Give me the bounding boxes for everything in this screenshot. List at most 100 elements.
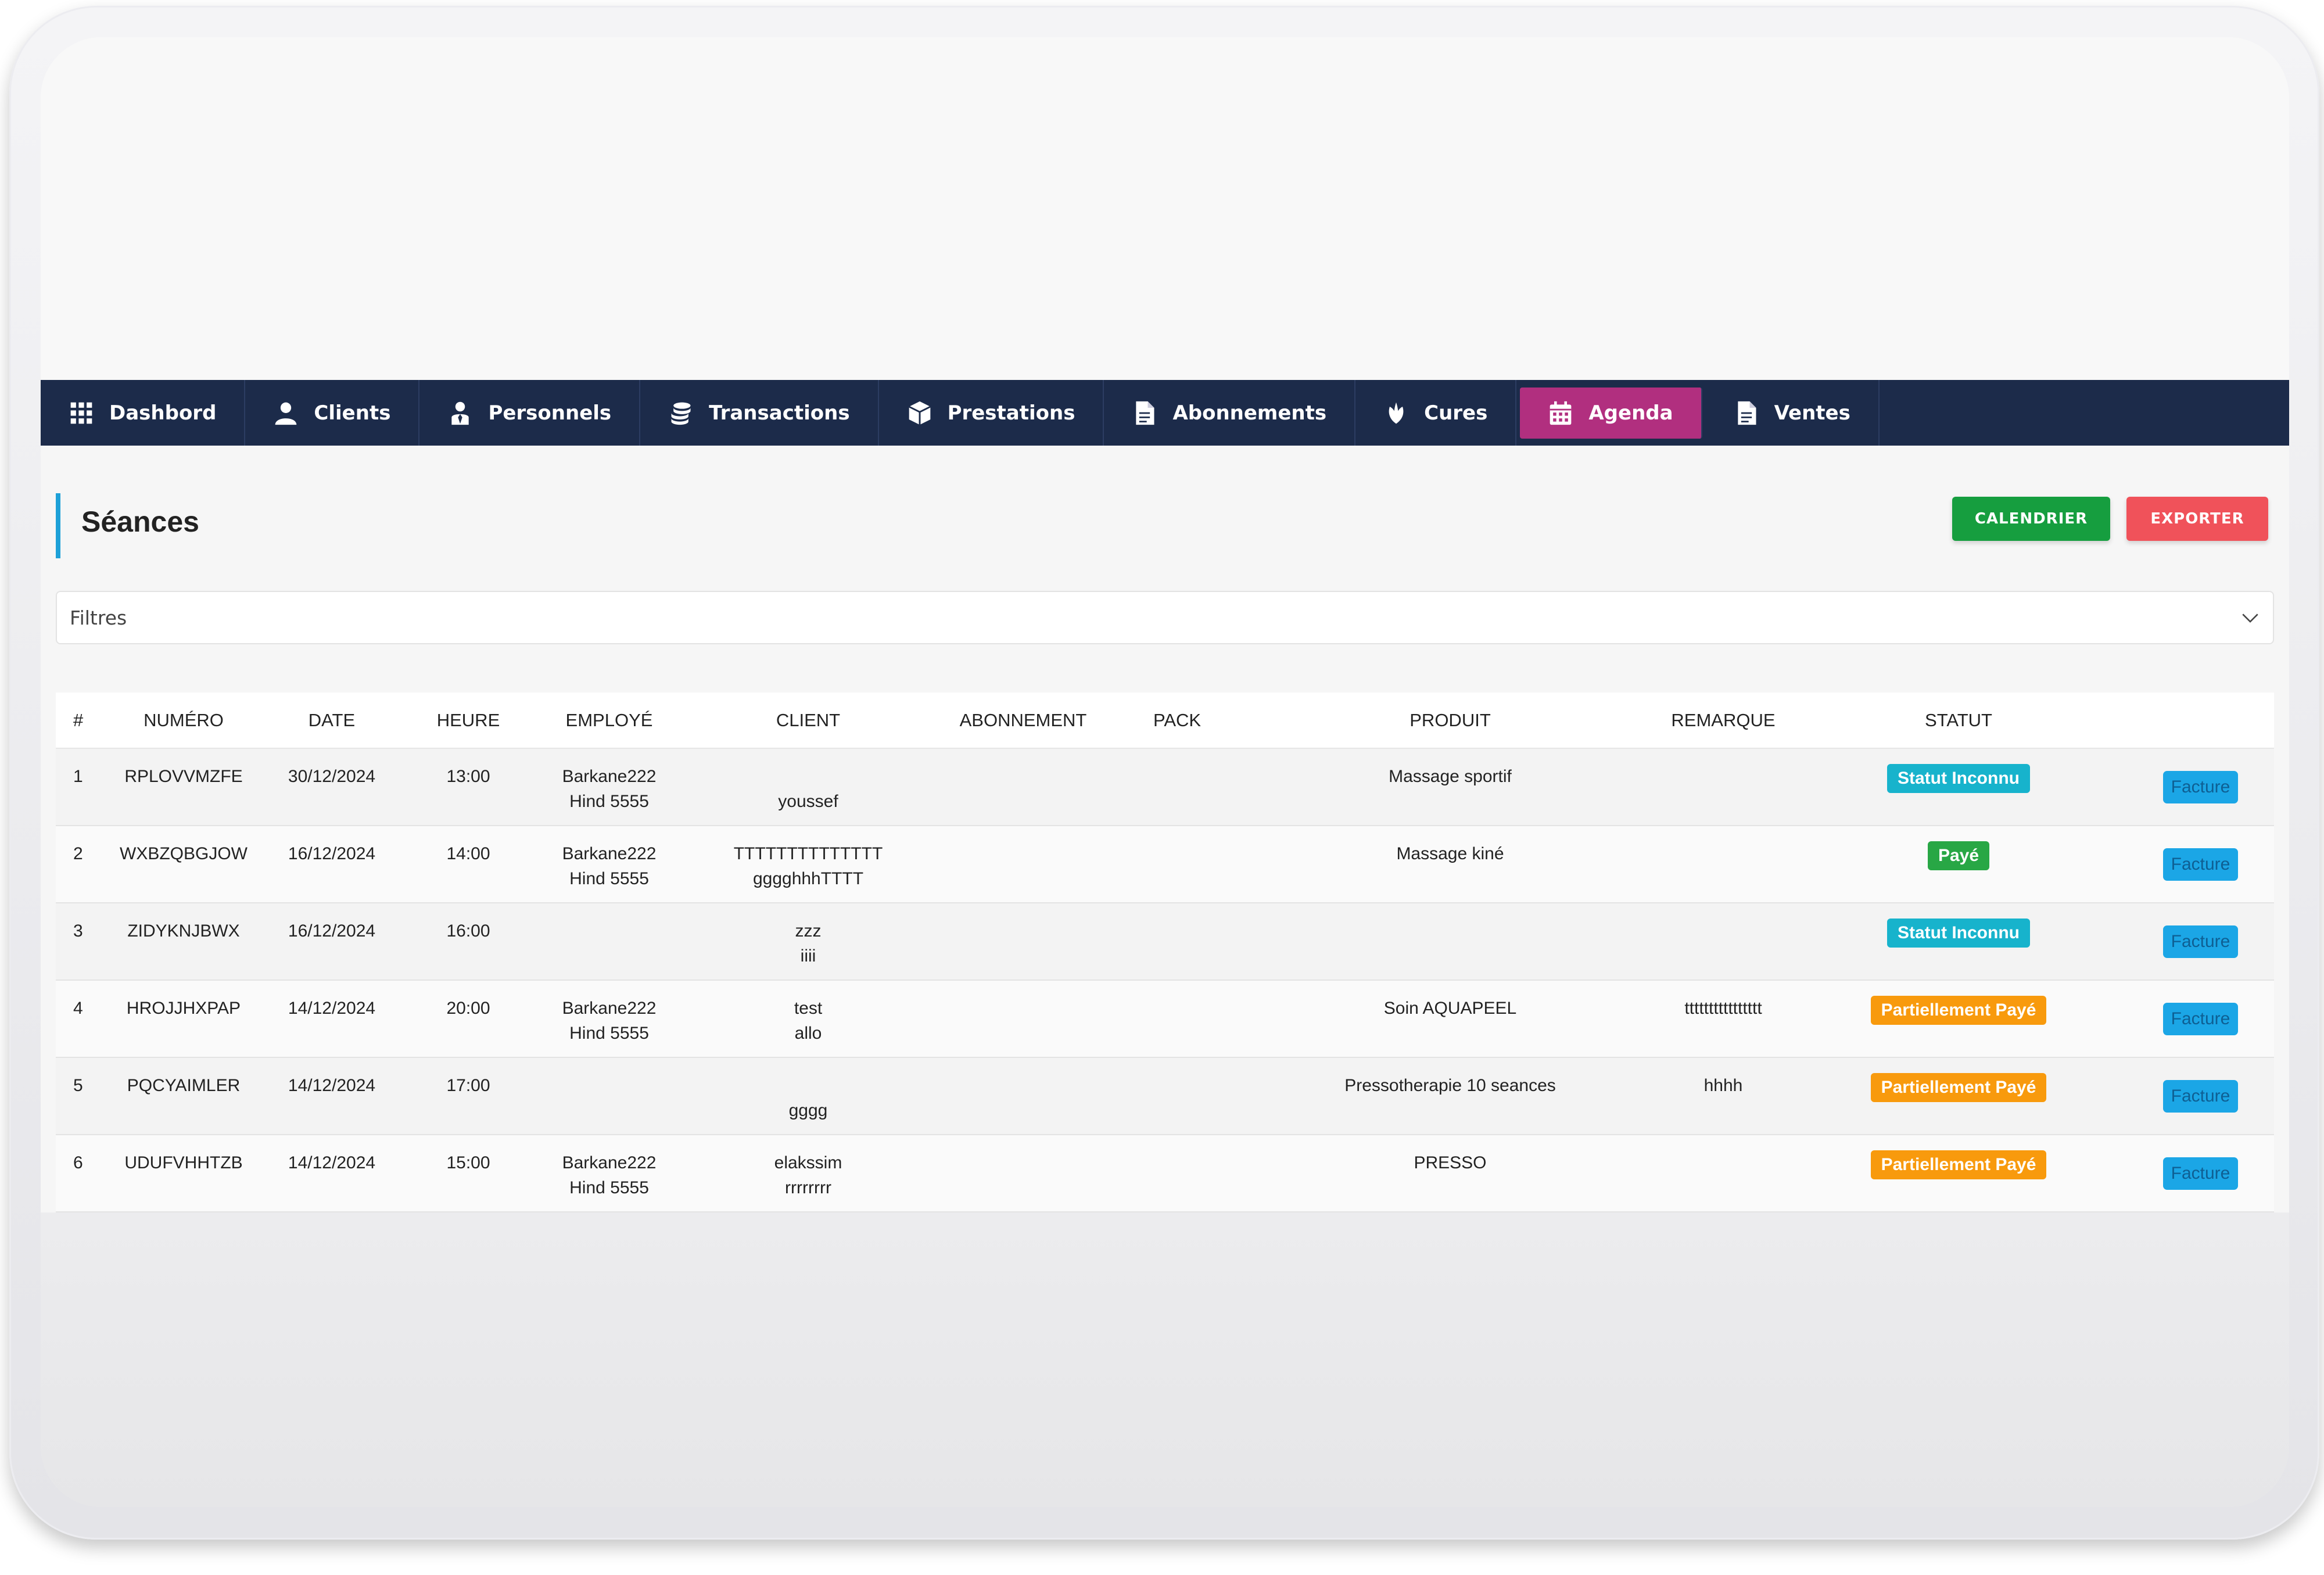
table-row[interactable]: 2 WXBZQBGJOW 16/12/2024 14:00 Barkane222 Hind… bbox=[56, 826, 2274, 903]
cell-abonnement-text bbox=[936, 764, 1110, 789]
cell-numero: UDUFVHHTZB bbox=[102, 1135, 265, 1212]
cell-heure-text: 15:00 bbox=[446, 1153, 490, 1172]
cell-client-text: youssef bbox=[778, 792, 838, 811]
calendar-button[interactable]: CALENDRIER bbox=[1952, 497, 2110, 541]
column-header: PACK bbox=[1110, 693, 1244, 749]
cell-date: 16/12/2024 bbox=[265, 826, 399, 903]
cell-numero: WXBZQBGJOW bbox=[102, 826, 265, 903]
status-badge: Partiellement Payé bbox=[1870, 1073, 2047, 1102]
facture-button[interactable]: Facture bbox=[2162, 848, 2239, 881]
nav-item-agenda[interactable]: Agenda bbox=[1520, 387, 1702, 439]
seances-table-wrap: # NUMÉRO DATE HEURE EMPLOYÉ CLIENT ABONNEMENT P… bbox=[56, 693, 2274, 1212]
cell-pack bbox=[1110, 748, 1244, 826]
cell-heure-text: 17:00 bbox=[446, 1076, 490, 1095]
row-index: 2 bbox=[56, 826, 102, 903]
cell-client: test allo bbox=[680, 980, 936, 1057]
column-header: STATUT bbox=[1790, 693, 2127, 749]
cell-produit-text bbox=[1244, 919, 1656, 943]
cell-numero: RPLOVVMZFE bbox=[102, 748, 265, 826]
export-button[interactable]: EXPORTER bbox=[2126, 497, 2268, 541]
column-header: DATE bbox=[265, 693, 399, 749]
cell-heure-text: 16:00 bbox=[446, 921, 490, 941]
cell-produit-text: PRESSO bbox=[1414, 1153, 1487, 1172]
nav-item-label: Transactions bbox=[709, 401, 850, 425]
status-badge: Payé bbox=[1927, 841, 1990, 870]
cell-employe: Barkane222 Hind 5555 bbox=[538, 748, 680, 826]
cell-client-text: allo bbox=[794, 1024, 822, 1043]
document-icon bbox=[1734, 400, 1759, 426]
leaf-icon bbox=[1383, 400, 1409, 426]
nav-item-cures[interactable]: Cures bbox=[1355, 380, 1517, 446]
cell-statut: Payé bbox=[1790, 826, 2127, 903]
column-header: EMPLOYÉ bbox=[538, 693, 680, 749]
cell-heure: 15:00 bbox=[399, 1135, 538, 1212]
cell-pack-text bbox=[1110, 841, 1244, 866]
cell-remarque-text bbox=[1656, 764, 1790, 789]
row-index-text: 1 bbox=[73, 767, 83, 786]
table-row[interactable]: 1 RPLOVVMZFE 30/12/2024 13:00 Barkane222 Hind… bbox=[56, 748, 2274, 826]
column-header: HEURE bbox=[399, 693, 538, 749]
cell-statut: Partiellement Payé bbox=[1790, 1135, 2127, 1212]
filters-accordion[interactable]: Filtres bbox=[56, 591, 2274, 644]
facture-button[interactable]: Facture bbox=[2162, 1157, 2239, 1190]
table-row[interactable]: 5 PQCYAIMLER 14/12/2024 17:00 gggg Pressother… bbox=[56, 1057, 2274, 1135]
table-row[interactable]: 4 HROJJHXPAP 14/12/2024 20:00 Barkane222 Hind… bbox=[56, 980, 2274, 1057]
main-content: Séances CALENDRIER EXPORTER Filtres # NUM… bbox=[41, 446, 2289, 1212]
cell-heure: 16:00 bbox=[399, 903, 538, 980]
cell-pack-text bbox=[1110, 919, 1244, 943]
cell-pack bbox=[1110, 826, 1244, 903]
nav-item-dashbord[interactable]: Dashbord bbox=[41, 380, 246, 446]
cell-numero: PQCYAIMLER bbox=[102, 1057, 265, 1135]
cell-date: 14/12/2024 bbox=[265, 980, 399, 1057]
cell-date: 16/12/2024 bbox=[265, 903, 399, 980]
cell-date-text: 16/12/2024 bbox=[288, 844, 376, 863]
cell-produit-text: Massage sportif bbox=[1389, 767, 1512, 786]
nav-item-clients[interactable]: Clients bbox=[245, 380, 420, 446]
table-row[interactable]: 6 UDUFVHHTZB 14/12/2024 15:00 Barkane222 Hind… bbox=[56, 1135, 2274, 1212]
nav-item-prestations[interactable]: Prestations bbox=[879, 380, 1104, 446]
cell-abonnement bbox=[936, 1135, 1110, 1212]
cell-employe-text: Hind 5555 bbox=[569, 1178, 649, 1197]
facture-button[interactable]: Facture bbox=[2162, 771, 2239, 803]
blank-header-area bbox=[41, 37, 2289, 380]
cell-remarque bbox=[1656, 903, 1790, 980]
facture-button[interactable]: Facture bbox=[2162, 1003, 2239, 1035]
cell-client: TTTTTTTTTTTTTT gggghhhTTTT bbox=[680, 826, 936, 903]
cell-employe-text: Barkane222 bbox=[562, 844, 657, 863]
row-index: 3 bbox=[56, 903, 102, 980]
status-badge: Partiellement Payé bbox=[1870, 996, 2047, 1025]
cell-abonnement-text bbox=[936, 996, 1110, 1021]
row-index: 1 bbox=[56, 748, 102, 826]
cell-numero-text: PQCYAIMLER bbox=[127, 1076, 241, 1095]
cell-remarque-text: tttttttttttttttt bbox=[1684, 999, 1762, 1018]
cell-client: gggg bbox=[680, 1057, 936, 1135]
nav-item-ventes[interactable]: Ventes bbox=[1706, 380, 1880, 446]
cell-employe-text: Barkane222 bbox=[562, 1153, 657, 1172]
row-index-text: 4 bbox=[73, 999, 83, 1018]
cell-produit: Pressotherapie 10 seances bbox=[1244, 1057, 1656, 1135]
cell-client-text: rrrrrrrr bbox=[785, 1178, 831, 1197]
cell-employe-text bbox=[538, 943, 680, 968]
nav-item-transactions[interactable]: Transactions bbox=[640, 380, 879, 446]
nav-item-personnels[interactable]: Personnels bbox=[419, 380, 641, 446]
grid-icon bbox=[69, 400, 94, 426]
cell-client-text: zzz bbox=[795, 921, 822, 941]
cell-employe-text: Hind 5555 bbox=[569, 869, 649, 888]
cell-remarque: tttttttttttttttt bbox=[1656, 980, 1790, 1057]
row-index: 4 bbox=[56, 980, 102, 1057]
row-index-text: 6 bbox=[73, 1153, 83, 1172]
cell-produit bbox=[1244, 903, 1656, 980]
nav-item-abonnements[interactable]: Abonnements bbox=[1104, 380, 1356, 446]
cell-client-text: gggg bbox=[788, 1101, 828, 1120]
facture-button[interactable]: Facture bbox=[2162, 925, 2239, 958]
row-index: 5 bbox=[56, 1057, 102, 1135]
cell-heure: 14:00 bbox=[399, 826, 538, 903]
table-row[interactable]: 3 ZIDYKNJBWX 16/12/2024 16:00 zzz iiii Statut … bbox=[56, 903, 2274, 980]
facture-button[interactable]: Facture bbox=[2162, 1080, 2239, 1113]
cell-client-text: TTTTTTTTTTTTTT bbox=[733, 844, 883, 863]
cell-pack bbox=[1110, 1057, 1244, 1135]
cell-date-text: 16/12/2024 bbox=[288, 921, 376, 941]
nav-item-label: Personnels bbox=[488, 401, 612, 425]
cell-statut: Statut Inconnu bbox=[1790, 748, 2127, 826]
cell-pack-text bbox=[1110, 764, 1244, 789]
